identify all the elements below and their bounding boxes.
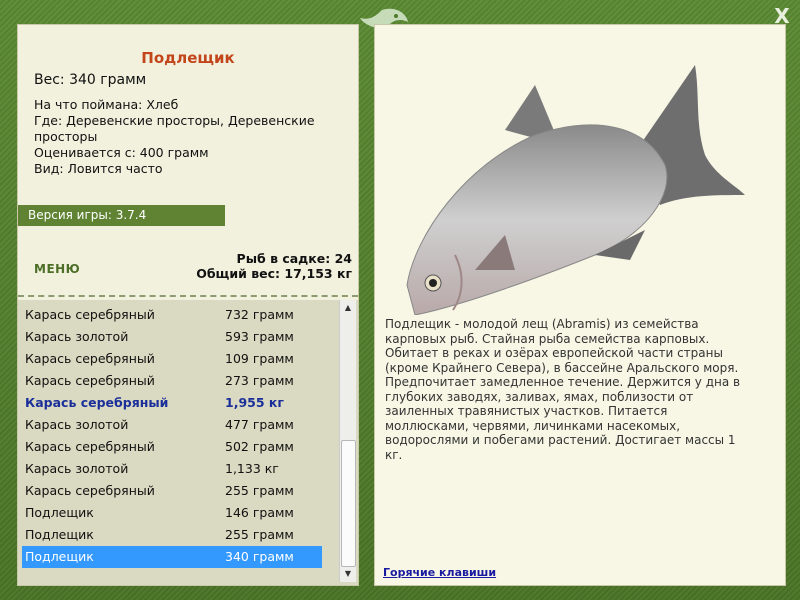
bream-fish-image bbox=[406, 65, 745, 315]
list-item-selected[interactable]: Подлещик 340 грамм bbox=[22, 546, 322, 568]
scroll-thumb[interactable] bbox=[341, 440, 356, 567]
version-label: Версия игры: 3.7.4 bbox=[18, 205, 225, 226]
scroll-down-icon[interactable]: ▼ bbox=[340, 566, 356, 582]
fish-description: Подлещик - молодой лещ (Abramis) из семе… bbox=[385, 317, 741, 462]
list-scrollbar[interactable]: ▲ ▼ bbox=[339, 300, 356, 582]
list-item[interactable]: Карась серебряный 109 грамм bbox=[22, 348, 322, 370]
catch-list[interactable]: Карась серебряный 732 грамм Карась золот… bbox=[18, 300, 358, 585]
fish-type: Вид: Ловится часто bbox=[34, 161, 163, 176]
fish-description-panel: Подлещик - молодой лещ (Abramis) из семе… bbox=[374, 24, 786, 586]
total-weight: Общий вес: 17,153 кг bbox=[196, 266, 352, 281]
fish-weight: Вес: 340 грамм bbox=[34, 72, 147, 88]
list-item[interactable]: Карась золотой 1,133 кг bbox=[22, 458, 322, 480]
list-item[interactable]: Карась серебряный 732 грамм bbox=[22, 304, 322, 326]
hotkeys-link[interactable]: Горячие клавиши bbox=[383, 566, 496, 579]
fish-location: Где: Деревенские просторы, Деревенские п… bbox=[34, 113, 315, 144]
list-item[interactable]: Карась серебряный 1,955 кг bbox=[22, 392, 322, 414]
fish-title: Подлещик bbox=[141, 49, 235, 67]
list-item[interactable]: Карась золотой 477 грамм bbox=[22, 414, 322, 436]
fish-value: Оценивается с: 400 грамм bbox=[34, 145, 209, 160]
catch-stats: Рыб в садке: 24 Общий вес: 17,153 кг bbox=[196, 251, 352, 281]
list-item[interactable]: Карась серебряный 502 грамм bbox=[22, 436, 322, 458]
scroll-up-icon[interactable]: ▲ bbox=[340, 300, 356, 316]
fish-info-panel: Подлещик Вес: 340 грамм На что поймана: … bbox=[17, 24, 359, 586]
divider bbox=[18, 295, 358, 297]
list-item[interactable]: Карась серебряный 273 грамм bbox=[22, 370, 322, 392]
list-item[interactable]: Карась золотой 593 грамм bbox=[22, 326, 322, 348]
list-item[interactable]: Подлещик 255 грамм bbox=[22, 524, 322, 546]
fish-count: Рыб в садке: 24 bbox=[236, 251, 352, 266]
list-item[interactable]: Подлещик 146 грамм bbox=[22, 502, 322, 524]
menu-button[interactable]: МЕНЮ bbox=[34, 262, 80, 276]
fish-details: На что поймана: Хлеб Где: Деревенские пр… bbox=[34, 97, 344, 177]
list-item[interactable]: Карась серебряный 255 грамм bbox=[22, 480, 322, 502]
fish-bait: На что поймана: Хлеб bbox=[34, 97, 179, 112]
